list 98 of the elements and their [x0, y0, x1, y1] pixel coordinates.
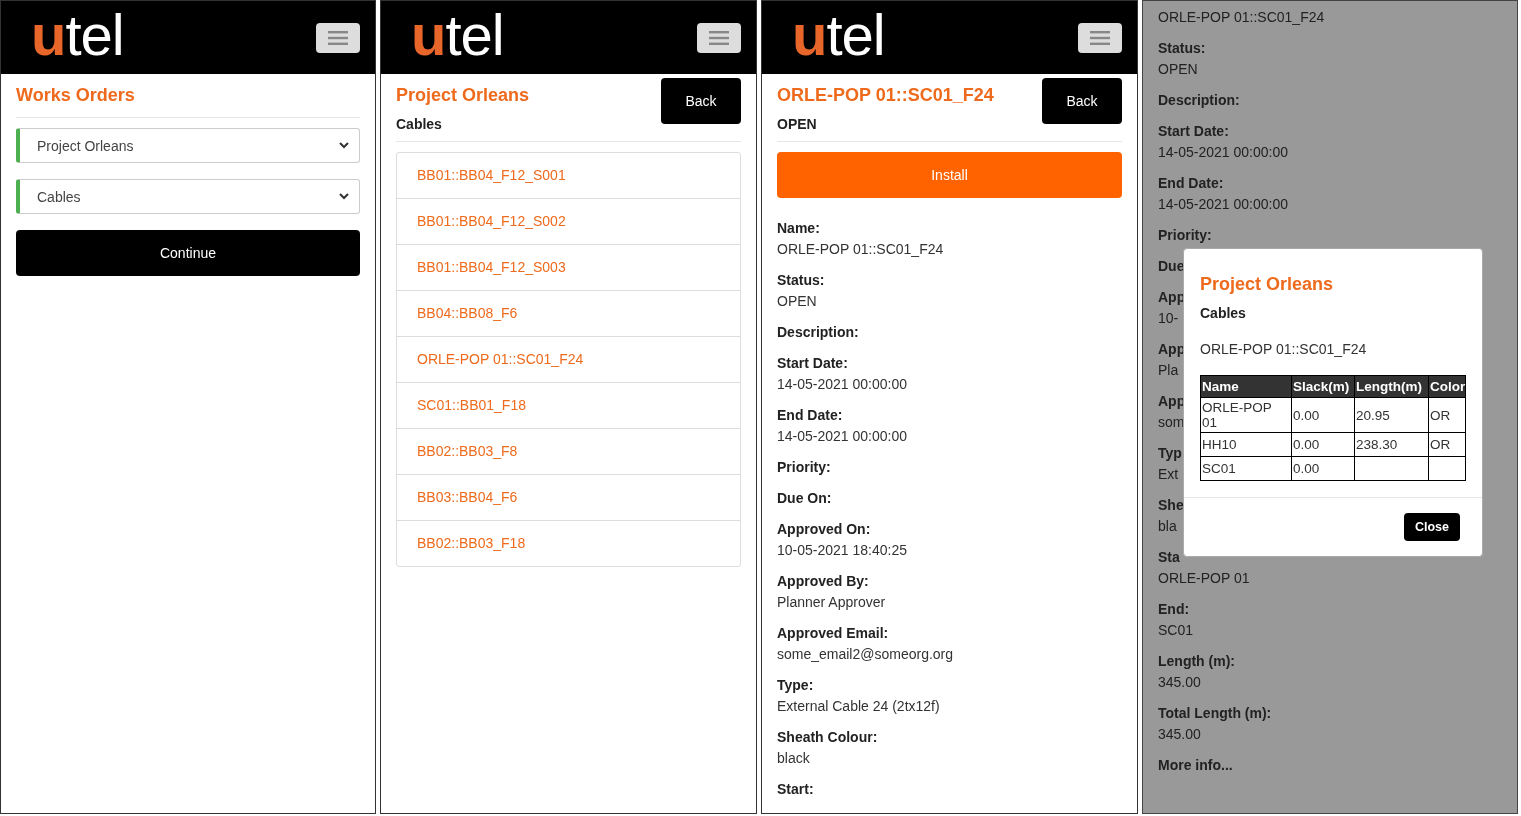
install-button[interactable]: Install: [777, 152, 1122, 198]
field-value: 10-: [1158, 309, 1179, 328]
table-cell: ORLE-POP 01: [1200, 397, 1292, 433]
field-label: Approved On:: [777, 520, 871, 539]
column-header: Slack(m): [1291, 375, 1355, 398]
continue-button[interactable]: Continue: [16, 230, 360, 276]
page-title: Project Orleans: [396, 84, 530, 107]
menu-icon: [328, 30, 348, 45]
dropdown[interactable]: Project Orleans: [16, 128, 360, 163]
field-label: Name:: [777, 219, 820, 238]
field-label: Priority:: [777, 458, 831, 477]
field-value: black: [777, 749, 810, 768]
field-value: 345.00: [1158, 673, 1201, 692]
table-cell: SC01: [1200, 456, 1292, 481]
field-value: Ext: [1158, 465, 1179, 484]
close-button[interactable]: Close: [1403, 513, 1460, 541]
modal-subtitle: Cables: [1200, 305, 1247, 321]
field-label: Status:: [1158, 39, 1206, 58]
cable-link[interactable]: BB02::BB03_F18: [397, 521, 740, 566]
field-label: Sta: [1158, 548, 1180, 567]
chevron-icon: [339, 193, 349, 200]
table-cell: [1428, 456, 1466, 481]
field-label: Due On:: [777, 489, 832, 508]
table-cell: 0.00: [1291, 432, 1355, 457]
field-label: Start Date:: [777, 354, 848, 373]
field-label: Length (m):: [1158, 652, 1235, 671]
field-label: Type:: [777, 676, 814, 695]
field-value: 14-05-2021 00:00:00: [1158, 195, 1288, 214]
page-title: Works Orders: [16, 84, 136, 107]
field-value: 14-05-2021 00:00:00: [777, 427, 907, 446]
menu-icon: [709, 30, 729, 45]
menu-button[interactable]: [1078, 22, 1122, 53]
field-label: Approved Email:: [777, 624, 889, 643]
field-label: Typ: [1158, 444, 1182, 463]
cable-link[interactable]: BB03::BB04_F6: [397, 475, 740, 521]
logo: utel: [31, 5, 124, 64]
menu-icon: [1090, 30, 1110, 45]
chevron-icon: [339, 142, 349, 149]
field-label: Approved By:: [777, 572, 869, 591]
page-title: ORLE-POP 01::SC01_F24: [777, 84, 994, 107]
field-value: 345.00: [1158, 725, 1201, 744]
field-label: End Date:: [777, 406, 843, 425]
table-cell: 20.95: [1354, 397, 1429, 433]
page-subtitle: Cables: [396, 116, 443, 132]
field-label: Due: [1158, 257, 1185, 276]
menu-button[interactable]: [697, 22, 741, 53]
field-value: ORLE-POP 01::SC01_F24: [1158, 8, 1325, 27]
cable-name: ORLE-POP 01::SC01_F24: [1200, 341, 1368, 357]
field-label: She: [1158, 496, 1184, 515]
field-value: Planner Approver: [777, 593, 886, 612]
field-value: OPEN: [1158, 60, 1198, 79]
field-label: Start:: [777, 780, 814, 799]
field-value: ORLE-POP 01: [1158, 569, 1250, 588]
field-value: bla: [1158, 517, 1177, 536]
field-value: 14-05-2021 00:00:00: [1158, 143, 1288, 162]
cable-link[interactable]: ORLE-POP 01::SC01_F24: [397, 337, 740, 383]
field-value: OPEN: [777, 292, 817, 311]
dropdown[interactable]: Cables: [16, 179, 360, 214]
field-value: SC01: [1158, 621, 1194, 640]
page-subtitle: OPEN: [777, 116, 818, 132]
column-header: Color: [1428, 375, 1466, 398]
cable-link[interactable]: BB02::BB03_F8: [397, 429, 740, 475]
field-value: 10-05-2021 18:40:25: [777, 541, 907, 560]
field-label: Description:: [1158, 91, 1240, 110]
modal-title: Project Orleans: [1200, 273, 1335, 296]
field-value: 14-05-2021 00:00:00: [777, 375, 907, 394]
table-cell: OR: [1428, 397, 1466, 433]
table-cell: OR: [1428, 432, 1466, 457]
table-cell: 0.00: [1291, 456, 1355, 481]
back-button[interactable]: Back: [1042, 78, 1122, 124]
cable-link[interactable]: BB01::BB04_F12_S003: [397, 245, 740, 291]
column-header: Length(m): [1354, 375, 1429, 398]
field-label: Description:: [777, 323, 859, 342]
cable-link[interactable]: BB01::BB04_F12_S002: [397, 199, 740, 245]
field-value: ORLE-POP 01::SC01_F24: [777, 240, 944, 259]
table-cell: 0.00: [1291, 397, 1355, 433]
table-cell: HH10: [1200, 432, 1292, 457]
back-button[interactable]: Back: [661, 78, 741, 124]
field-label: End:: [1158, 600, 1190, 619]
table-cell: 238.30: [1354, 432, 1429, 457]
menu-button[interactable]: [316, 22, 360, 53]
logo: utel: [792, 5, 885, 64]
field-label: More info...: [1158, 756, 1233, 775]
field-label: End Date:: [1158, 174, 1224, 193]
field-label: Total Length (m):: [1158, 704, 1272, 723]
field-value: som: [1158, 413, 1185, 432]
field-label: Start Date:: [1158, 122, 1229, 141]
field-value: External Cable 24 (2tx12f): [777, 697, 940, 716]
cable-link[interactable]: SC01::BB01_F18: [397, 383, 740, 429]
field-label: Status:: [777, 271, 825, 290]
column-header: Name: [1200, 375, 1292, 398]
field-label: Priority:: [1158, 226, 1212, 245]
cable-link[interactable]: BB04::BB08_F6: [397, 291, 740, 337]
logo: utel: [411, 5, 504, 64]
field-value: some_email2@someorg.org: [777, 645, 954, 664]
field-label: Sheath Colour:: [777, 728, 878, 747]
cable-link[interactable]: BB01::BB04_F12_S001: [397, 153, 740, 199]
field-value: Pla: [1158, 361, 1179, 380]
